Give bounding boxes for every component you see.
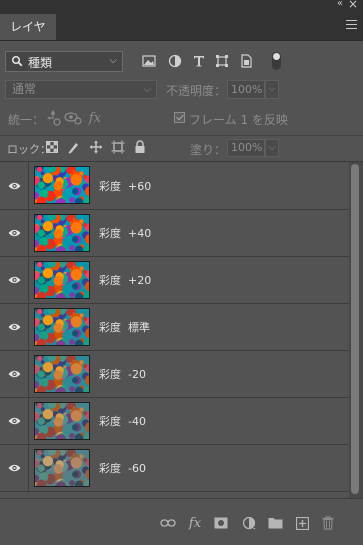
adjustment-filter-icon[interactable] [166, 52, 184, 70]
layers-panel: « × レイヤー 種類 ⌵ 通常 ⌵ 不透明度： 100% ⌵ 統一： [0, 0, 363, 545]
layer-thumbnail[interactable] [34, 166, 90, 204]
smart-object-filter-icon[interactable] [237, 52, 255, 70]
link-layers-icon[interactable] [159, 514, 177, 532]
filter-toggle-icon[interactable] [272, 52, 281, 70]
unify-label: 統一： [8, 113, 45, 127]
layer-row[interactable]: 彩度 -40 [0, 398, 349, 445]
visibility-toggle[interactable] [0, 210, 29, 256]
layer-thumbnail[interactable] [34, 214, 90, 252]
new-layer-icon[interactable] [293, 514, 311, 532]
eye-icon [8, 370, 21, 378]
lock-image-pixels-icon[interactable] [66, 139, 82, 155]
opacity-dropdown-button[interactable]: ⌵ [265, 80, 279, 99]
visibility-toggle[interactable] [0, 304, 29, 350]
divider [0, 135, 363, 136]
layer-row[interactable]: 彩度 標準 [0, 304, 349, 351]
opacity-input[interactable]: 100% [227, 80, 265, 99]
shape-filter-icon[interactable] [213, 52, 231, 70]
tab-layers[interactable]: レイヤー [0, 14, 56, 60]
layer-thumbnail[interactable] [34, 308, 90, 346]
layer-row[interactable]: 彩度 +40 [0, 210, 349, 257]
layer-name[interactable]: 彩度 +20 [99, 272, 151, 288]
lock-all-icon[interactable] [132, 139, 148, 155]
visibility-toggle[interactable] [0, 398, 29, 444]
eye-icon [8, 276, 21, 284]
unify-position-icon[interactable] [44, 109, 62, 127]
propagate-frame-checkbox[interactable] [174, 112, 185, 123]
visibility-toggle[interactable] [0, 257, 29, 303]
visibility-toggle[interactable] [0, 351, 29, 397]
scrollbar-thumb[interactable] [351, 164, 359, 494]
adjustment-layer-icon[interactable] [240, 514, 258, 532]
eye-icon [8, 417, 21, 425]
eye-icon [8, 323, 21, 331]
image-filter-icon[interactable] [140, 52, 158, 70]
blend-mode-value: 通常 [12, 82, 37, 96]
chevron-down-icon: ⌵ [143, 84, 151, 95]
lock-transparent-pixels-icon[interactable] [44, 139, 60, 155]
type-filter-icon[interactable] [190, 52, 208, 70]
blend-mode-select[interactable]: 通常 ⌵ [5, 80, 157, 99]
fill-input[interactable]: 100% [227, 139, 265, 157]
search-icon [11, 55, 23, 70]
fill-label: 塗り： [190, 143, 227, 157]
eye-icon [8, 464, 21, 472]
fill-dropdown-button[interactable]: ⌵ [265, 139, 279, 157]
layer-row[interactable]: 彩度 -60 [0, 445, 349, 492]
layer-row[interactable]: 彩度 +20 [0, 257, 349, 304]
collapse-panel-icon[interactable]: « [337, 0, 343, 9]
visibility-toggle[interactable] [0, 162, 29, 209]
new-group-icon[interactable] [266, 514, 284, 532]
filter-kind-select[interactable]: 種類 ⌵ [5, 51, 123, 72]
layer-thumbnail[interactable] [34, 355, 90, 393]
layer-row[interactable]: 彩度 +60 [0, 162, 349, 210]
unify-style-icon[interactable]: fx [86, 109, 104, 127]
layer-name[interactable]: 彩度 -20 [99, 366, 146, 382]
filter-kind-label: 種類 [28, 56, 53, 70]
layer-thumbnail[interactable] [34, 402, 90, 440]
layer-row[interactable]: 彩度 -20 [0, 351, 349, 398]
layers-list: 彩度 +60 彩度 +40 彩度 +20 彩度 標準彩度 -20 彩度 -40 彩度 -6… [0, 162, 349, 498]
propagate-frame-label: フレーム 1 を反映 [189, 113, 288, 127]
layer-thumbnail[interactable] [34, 449, 90, 487]
panel-menu-icon[interactable] [346, 20, 357, 29]
chevron-down-icon: ⌵ [109, 55, 117, 66]
add-mask-icon[interactable] [212, 514, 230, 532]
delete-layer-icon[interactable] [319, 514, 337, 532]
eye-icon [8, 182, 21, 189]
panel-top-strip: « × [0, 0, 363, 11]
layer-name[interactable]: 彩度 -60 [99, 460, 146, 476]
layer-name[interactable]: 彩度 +40 [99, 225, 151, 241]
visibility-toggle[interactable] [0, 445, 29, 491]
layer-name[interactable]: 彩度 +60 [99, 178, 151, 194]
layer-name[interactable]: 彩度 -40 [99, 413, 146, 429]
layer-name[interactable]: 彩度 標準 [99, 319, 150, 335]
layer-thumbnail[interactable] [34, 261, 90, 299]
lock-artboard-icon[interactable] [110, 139, 126, 155]
unify-visibility-icon[interactable] [64, 109, 82, 127]
tab-bar: レイヤー [0, 10, 363, 60]
eye-icon [8, 229, 21, 237]
layer-style-icon[interactable]: fx [186, 514, 204, 532]
opacity-label: 不透明度： [166, 84, 227, 98]
lock-position-icon[interactable] [88, 139, 104, 155]
